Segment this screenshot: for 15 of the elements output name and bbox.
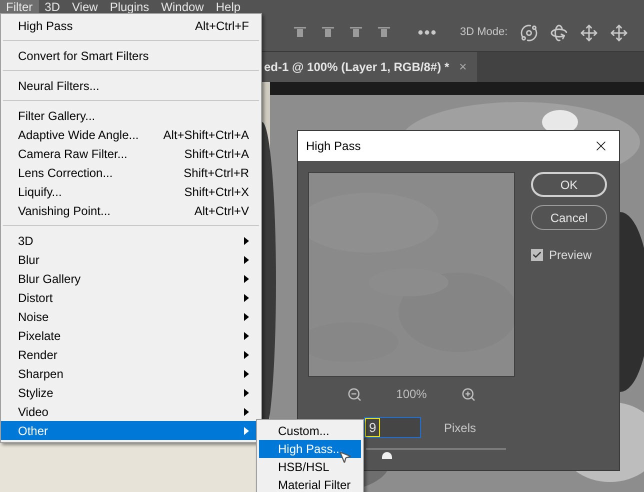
rotate-icon[interactable]: [550, 24, 568, 42]
menu-bar-item[interactable]: Plugins: [104, 0, 156, 14]
menu-item[interactable]: Convert for Smart Filters: [1, 46, 261, 65]
menu-bar-item[interactable]: 3D: [38, 0, 66, 14]
menu-bar-item[interactable]: Filter: [0, 0, 39, 14]
document-title: ed-1 @ 100% (Layer 1, RGB/8#) *: [264, 59, 450, 76]
menu-bar-item[interactable]: View: [66, 0, 104, 14]
move-icon[interactable]: [580, 24, 598, 42]
menu-bar-item[interactable]: Help: [210, 0, 247, 14]
menu-item[interactable]: High Pass Alt+Ctrl+F: [1, 16, 261, 35]
menu-bar-item[interactable]: Window: [155, 0, 210, 14]
mode-label: 3D Mode:: [460, 25, 508, 40]
shortcut-label: Alt+Ctrl+F: [194, 18, 249, 34]
orbit-icon[interactable]: [520, 24, 538, 42]
more-icon[interactable]: [418, 30, 436, 35]
